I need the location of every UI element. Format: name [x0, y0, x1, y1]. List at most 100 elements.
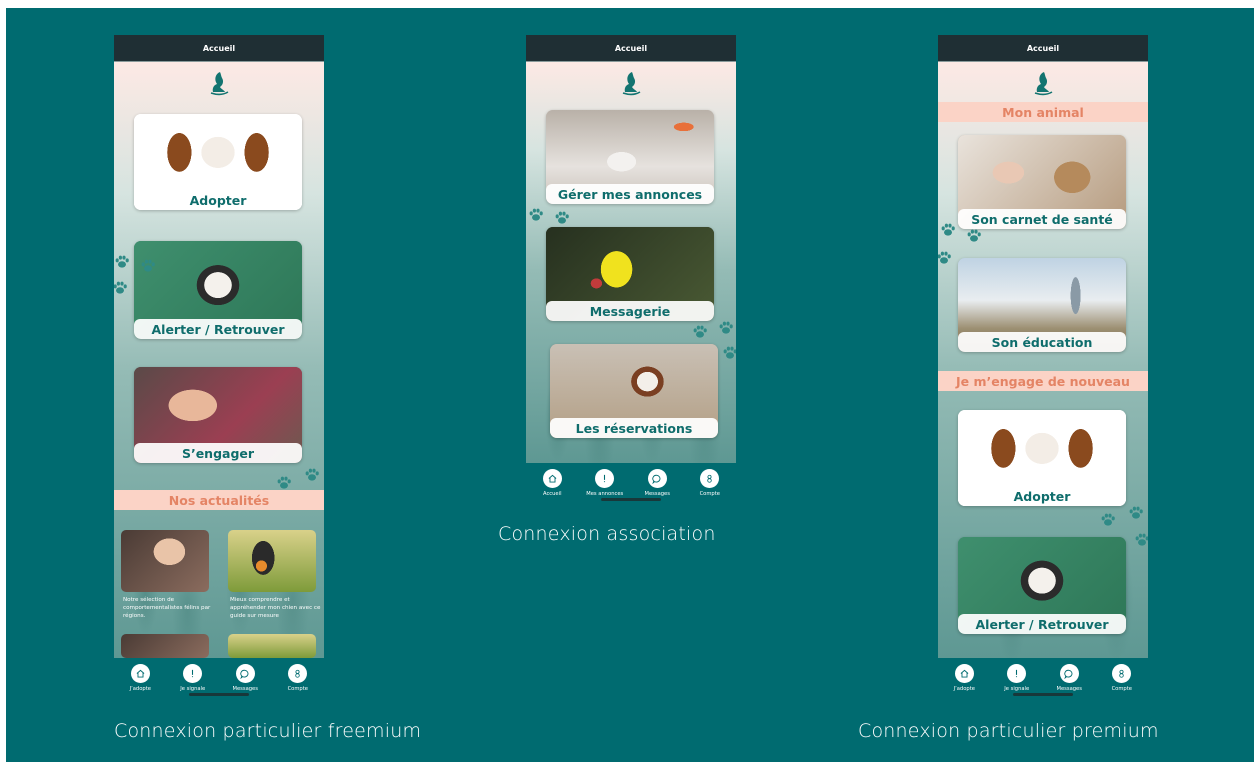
brand-logo-icon [1031, 70, 1055, 96]
screen-header: Accueil [114, 35, 324, 62]
home-indicator [601, 498, 661, 501]
section-title-mon-animal: Mon animal [938, 102, 1148, 122]
card-gerer-annonces[interactable]: Gérer mes annonces [546, 110, 714, 204]
caption-freemium: Connexion particulier freemium [114, 720, 422, 742]
card-label: Gérer mes annonces [546, 184, 714, 204]
section-title: Nos actualités [114, 490, 324, 510]
card-reservations[interactable]: Les réservations [550, 344, 718, 438]
tab-messages[interactable]: Messages [1046, 664, 1092, 692]
card-label: Alerter / Retrouver [134, 319, 302, 339]
card-adopter[interactable]: Adopter [958, 410, 1126, 506]
alert-icon [1007, 664, 1027, 683]
card-carnet-sante[interactable]: Son carnet de santé [958, 135, 1126, 229]
card-adopter[interactable]: Adopter [134, 114, 302, 210]
home-indicator [189, 693, 249, 696]
home-screen: Mon animal Son carnet de santé Son éduca… [938, 62, 1148, 658]
card-alerter[interactable]: Alerter / Retrouver [958, 537, 1126, 634]
paw-icon [1100, 512, 1116, 528]
tab-adopte[interactable]: J’adopte [117, 664, 163, 692]
home-screen: Gérer mes annonces Messagerie Les réserv… [526, 62, 736, 463]
card-label: Les réservations [550, 418, 718, 438]
home-icon [954, 664, 974, 683]
tab-label: Mes annonces [586, 491, 624, 497]
section-title-engage: Je m’engage de nouveau [938, 371, 1148, 391]
paw-icon [1134, 532, 1148, 548]
card-label: Messagerie [546, 301, 714, 321]
paw-icon [940, 222, 956, 238]
tab-label: Je signale [180, 686, 206, 692]
tab-signale[interactable]: Je signale [170, 664, 216, 692]
paw-icon [114, 280, 128, 296]
chat-icon [647, 469, 667, 488]
tab-label: Accueil [542, 491, 562, 497]
screen-header: Accueil [938, 35, 1148, 62]
card-engager[interactable]: S’engager [134, 367, 302, 463]
tab-compte[interactable]: Compte [275, 664, 321, 692]
tab-label: Compte [1111, 686, 1132, 692]
paw-icon [276, 475, 292, 491]
chat-icon [235, 664, 255, 683]
paw-icon [528, 207, 544, 223]
tab-compte[interactable]: Compte [687, 469, 733, 497]
home-icon [130, 664, 150, 683]
account-icon [288, 664, 308, 683]
header-title: Accueil [1026, 43, 1060, 53]
paw-icon [304, 467, 320, 483]
news-text: Notre sélection de comportementalistes f… [123, 597, 211, 619]
tab-adopte[interactable]: J’adopte [941, 664, 987, 692]
account-icon [1112, 664, 1132, 683]
tab-messages[interactable]: Messages [222, 664, 268, 692]
caption-association: Connexion association [498, 523, 716, 545]
tab-messages[interactable]: Messages [634, 469, 680, 497]
chat-icon [1059, 664, 1079, 683]
card-alerter[interactable]: Alerter / Retrouver [134, 241, 302, 339]
home-screen: Adopter Alerter / Retrouver S’engager No… [114, 62, 324, 658]
account-icon [700, 469, 720, 488]
news-text: Mieux comprendre et appréhender mon chie… [230, 597, 321, 619]
tab-compte[interactable]: Compte [1099, 664, 1145, 692]
tab-signale[interactable]: Je signale [994, 664, 1040, 692]
paw-icon [692, 324, 708, 340]
paw-icon [1128, 505, 1144, 521]
paw-icon [554, 210, 570, 226]
bottom-tab-bar: Accueil Mes annonces Messages Compte [526, 463, 736, 503]
alert-icon [595, 469, 615, 488]
news-card-cat[interactable] [121, 530, 209, 592]
bottom-tab-bar: J’adopte Je signale Messages Compte [938, 658, 1148, 698]
header-title: Accueil [614, 43, 648, 53]
card-label: S’engager [134, 443, 302, 463]
home-icon [542, 469, 562, 488]
screen-header: Accueil [526, 35, 736, 62]
home-indicator [1013, 693, 1073, 696]
brand-logo-icon [619, 70, 643, 96]
card-label: Adopter [134, 190, 302, 210]
header-title: Accueil [202, 43, 236, 53]
card-label: Alerter / Retrouver [958, 614, 1126, 634]
news-card-dog[interactable] [228, 530, 316, 592]
tab-mes-annonces[interactable]: Mes annonces [582, 469, 628, 497]
tab-label: Messages [1056, 686, 1082, 692]
alert-icon [183, 664, 203, 683]
phone-premium: Accueil Mon animal Son carnet de santé S… [938, 35, 1148, 698]
tab-label: J’adopte [129, 686, 151, 692]
news-card-dog-2[interactable] [228, 634, 316, 658]
card-education[interactable]: Son éducation [958, 258, 1126, 352]
paw-icon [114, 254, 130, 270]
tab-label: Je signale [1004, 686, 1030, 692]
phone-association: Accueil Gérer mes annonces Messagerie Le… [526, 35, 736, 503]
card-messagerie[interactable]: Messagerie [546, 227, 714, 321]
brand-logo-icon [207, 70, 231, 96]
tab-label: J’adopte [953, 686, 975, 692]
news-card-cat-2[interactable] [121, 634, 209, 658]
card-label: Son éducation [958, 332, 1126, 352]
tab-label: Messages [232, 686, 258, 692]
paw-icon [938, 250, 952, 266]
tab-accueil[interactable]: Accueil [529, 469, 575, 497]
presentation-canvas: Accueil Adopter Alerter / Retrouver S’en… [6, 8, 1254, 762]
caption-premium: Connexion particulier premium [858, 720, 1159, 742]
card-label: Adopter [958, 486, 1126, 506]
paw-icon [722, 345, 736, 361]
bottom-tab-bar: J’adopte Je signale Messages Compte [114, 658, 324, 698]
paw-icon [966, 228, 982, 244]
card-label: Son carnet de santé [958, 209, 1126, 229]
